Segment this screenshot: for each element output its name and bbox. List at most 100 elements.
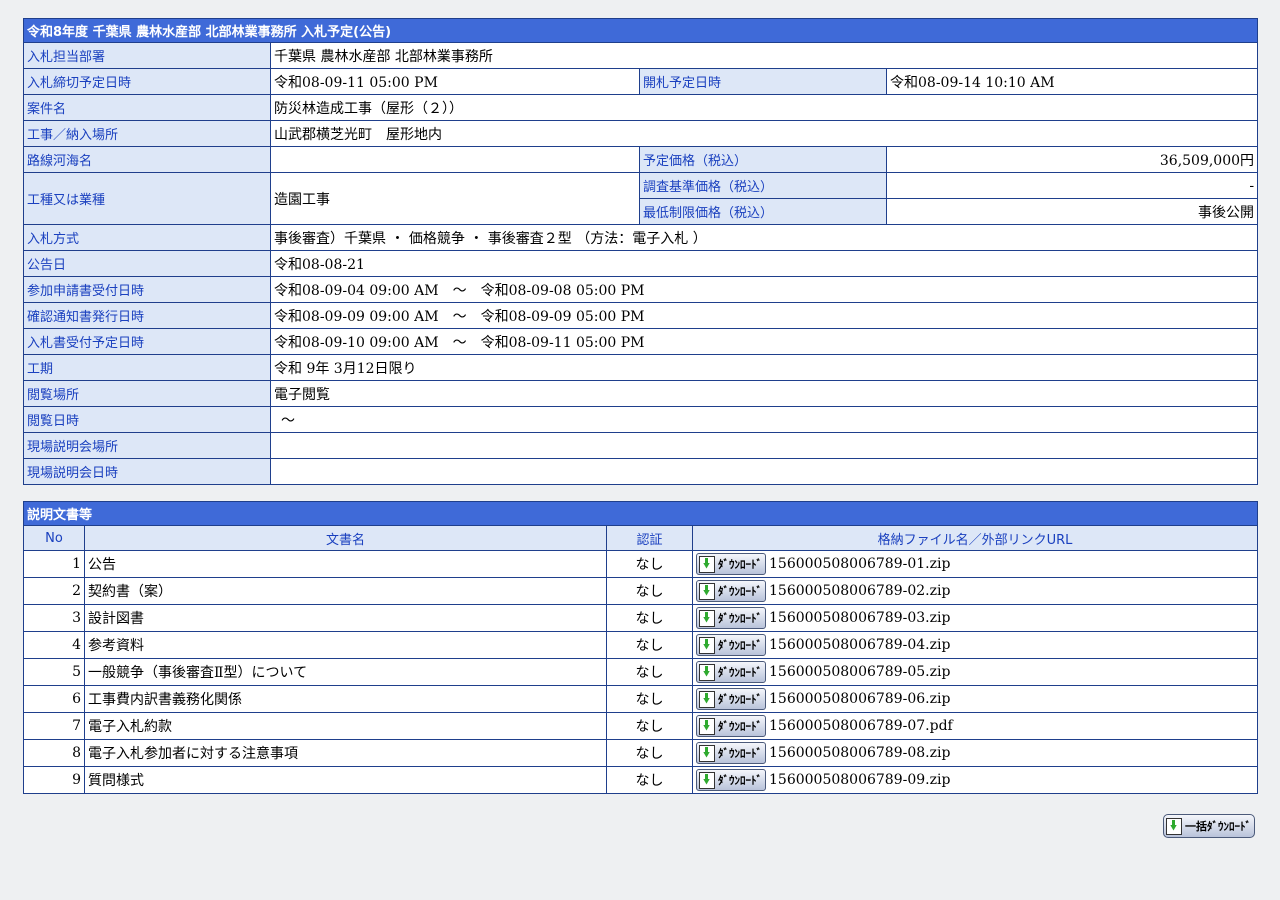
table-row: 9 質問様式 なし ﾀﾞｳﾝﾛｰﾄﾞ 156000508006789-09.zip — [23, 766, 1259, 794]
doc-file-cell: ﾀﾞｳﾝﾛｰﾄﾞ 156000508006789-06.zip — [691, 685, 1259, 713]
min-price-label: 最低制限価格（税込） — [639, 198, 887, 225]
method-label: 入札方式 — [23, 224, 271, 251]
doc-name: 電子入札参加者に対する注意事項 — [84, 739, 607, 767]
file-name: 156000508006789-06.zip — [769, 691, 951, 707]
table-row: 5 一般競争（事後審査Ⅱ型）について なし ﾀﾞｳﾝﾛｰﾄﾞ 1560005080067… — [23, 658, 1259, 686]
col-name: 文書名 — [84, 525, 607, 551]
doc-auth: なし — [606, 631, 693, 659]
download-label: ﾀﾞｳﾝﾛｰﾄﾞ — [718, 747, 762, 760]
min-price-value: 事後公開 — [885, 198, 1259, 225]
download-button[interactable]: ﾀﾞｳﾝﾛｰﾄﾞ — [696, 769, 766, 791]
table-row: 6 工事費内訳書義務化関係 なし ﾀﾞｳﾝﾛｰﾄﾞ 156000508006789-06… — [23, 685, 1259, 713]
download-icon — [699, 555, 715, 573]
view-date-value: ～ — [269, 406, 1259, 433]
table-row: 1 公告 なし ﾀﾞｳﾝﾛｰﾄﾞ 156000508006789-01.zip — [23, 550, 1259, 578]
download-label: ﾀﾞｳﾝﾛｰﾄﾞ — [718, 720, 762, 733]
documents-title: 説明文書等 — [22, 501, 1259, 526]
receive-label: 入札書受付予定日時 — [23, 328, 271, 355]
download-button[interactable]: ﾀﾞｳﾝﾛｰﾄﾞ — [696, 742, 766, 764]
download-label: ﾀﾞｳﾝﾛｰﾄﾞ — [718, 693, 762, 706]
doc-file-cell: ﾀﾞｳﾝﾛｰﾄﾞ 156000508006789-09.zip — [691, 766, 1259, 794]
notice-value: 令和08-08-21 — [269, 250, 1259, 277]
download-label: ﾀﾞｳﾝﾛｰﾄﾞ — [718, 585, 762, 598]
download-button[interactable]: ﾀﾞｳﾝﾛｰﾄﾞ — [696, 580, 766, 602]
doc-file-cell: ﾀﾞｳﾝﾛｰﾄﾞ 156000508006789-03.zip — [691, 604, 1259, 632]
table-row: 3 設計図書 なし ﾀﾞｳﾝﾛｰﾄﾞ 156000508006789-03.zip — [23, 604, 1259, 632]
doc-no: 1 — [23, 550, 85, 578]
doc-auth: なし — [606, 712, 693, 740]
download-icon — [1166, 817, 1182, 835]
doc-no: 8 — [23, 739, 85, 767]
est-price-label: 予定価格（税込） — [639, 146, 887, 173]
route-label: 路線河海名 — [23, 146, 271, 173]
download-icon — [699, 744, 715, 762]
view-place-label: 閲覧場所 — [23, 380, 271, 407]
download-label: ﾀﾞｳﾝﾛｰﾄﾞ — [718, 612, 762, 625]
bid-info-table: 令和8年度 千葉県 農林水産部 北部林業事務所 入札予定(公告) 入札担当部署 … — [22, 18, 1259, 485]
period-value: 令和 9年 3月12日限り — [269, 354, 1259, 381]
deadline-label: 入札締切予定日時 — [23, 68, 271, 95]
doc-auth: なし — [606, 685, 693, 713]
doc-no: 6 — [23, 685, 85, 713]
doc-name: 電子入札約款 — [84, 712, 607, 740]
doc-auth: なし — [606, 766, 693, 794]
download-label: ﾀﾞｳﾝﾛｰﾄﾞ — [718, 774, 762, 787]
col-auth: 認証 — [606, 525, 693, 551]
confirm-value: 令和08-09-09 09:00 AM ～ 令和08-09-09 05:00 P… — [269, 302, 1259, 329]
doc-name: 設計図書 — [84, 604, 607, 632]
doc-name: 公告 — [84, 550, 607, 578]
download-button[interactable]: ﾀﾞｳﾝﾛｰﾄﾞ — [696, 634, 766, 656]
doc-file-cell: ﾀﾞｳﾝﾛｰﾄﾞ 156000508006789-04.zip — [691, 631, 1259, 659]
download-button[interactable]: ﾀﾞｳﾝﾛｰﾄﾞ — [696, 553, 766, 575]
download-button[interactable]: ﾀﾞｳﾝﾛｰﾄﾞ — [696, 661, 766, 683]
download-button[interactable]: ﾀﾞｳﾝﾛｰﾄﾞ — [696, 688, 766, 710]
download-label: ﾀﾞｳﾝﾛｰﾄﾞ — [718, 558, 762, 571]
type-label: 工種又は業種 — [23, 172, 271, 225]
type-value: 造園工事 — [270, 172, 640, 225]
notice-label: 公告日 — [23, 250, 271, 277]
bulk-download-label: 一括ﾀﾞｳﾝﾛｰﾄﾞ — [1185, 820, 1251, 833]
survey-price-value: - — [885, 172, 1259, 199]
download-icon — [699, 771, 715, 789]
file-name: 156000508006789-02.zip — [769, 583, 951, 599]
doc-auth: なし — [606, 577, 693, 605]
table-row: 7 電子入札約款 なし ﾀﾞｳﾝﾛｰﾄﾞ 156000508006789-07.pdf — [23, 712, 1259, 740]
doc-name: 一般競争（事後審査Ⅱ型）について — [84, 658, 607, 686]
doc-file-cell: ﾀﾞｳﾝﾛｰﾄﾞ 156000508006789-02.zip — [691, 577, 1259, 605]
doc-auth: なし — [606, 658, 693, 686]
apply-label: 参加申請書受付日時 — [23, 276, 271, 303]
doc-name: 質問様式 — [84, 766, 607, 794]
col-no: No — [23, 525, 85, 551]
view-date-label: 閲覧日時 — [23, 406, 271, 433]
site-place-label: 現場説明会場所 — [23, 432, 271, 459]
doc-file-cell: ﾀﾞｳﾝﾛｰﾄﾞ 156000508006789-08.zip — [691, 739, 1259, 767]
doc-name: 契約書（案） — [84, 577, 607, 605]
receive-value: 令和08-09-10 09:00 AM ～ 令和08-09-11 05:00 P… — [269, 328, 1259, 355]
download-icon — [699, 582, 715, 600]
bulk-download-button[interactable]: 一括ﾀﾞｳﾝﾛｰﾄﾞ — [1163, 814, 1255, 838]
route-value — [270, 146, 640, 173]
doc-no: 2 — [23, 577, 85, 605]
apply-value: 令和08-09-04 09:00 AM ～ 令和08-09-08 05:00 P… — [269, 276, 1259, 303]
doc-no: 4 — [23, 631, 85, 659]
file-name: 156000508006789-05.zip — [769, 664, 951, 680]
page-title: 令和8年度 千葉県 農林水産部 北部林業事務所 入札予定(公告) — [22, 18, 1259, 43]
download-icon — [699, 663, 715, 681]
doc-no: 3 — [23, 604, 85, 632]
file-name: 156000508006789-09.zip — [769, 772, 951, 788]
download-button[interactable]: ﾀﾞｳﾝﾛｰﾄﾞ — [696, 715, 766, 737]
download-label: ﾀﾞｳﾝﾛｰﾄﾞ — [718, 666, 762, 679]
download-button[interactable]: ﾀﾞｳﾝﾛｰﾄﾞ — [696, 607, 766, 629]
opening-value: 令和08-09-14 10:10 AM — [885, 68, 1259, 95]
doc-no: 5 — [23, 658, 85, 686]
file-name: 156000508006789-04.zip — [769, 637, 951, 653]
site-date-label: 現場説明会日時 — [23, 458, 271, 485]
deadline-value: 令和08-09-11 05:00 PM — [270, 68, 640, 95]
download-icon — [699, 690, 715, 708]
place-value: 山武郡横芝光町 屋形地内 — [269, 120, 1259, 147]
table-row: 4 参考資料 なし ﾀﾞｳﾝﾛｰﾄﾞ 156000508006789-04.zip — [23, 631, 1259, 659]
opening-label: 開札予定日時 — [639, 68, 887, 95]
doc-auth: なし — [606, 604, 693, 632]
est-price-value: 36,509,000円 — [885, 146, 1259, 173]
doc-auth: なし — [606, 739, 693, 767]
